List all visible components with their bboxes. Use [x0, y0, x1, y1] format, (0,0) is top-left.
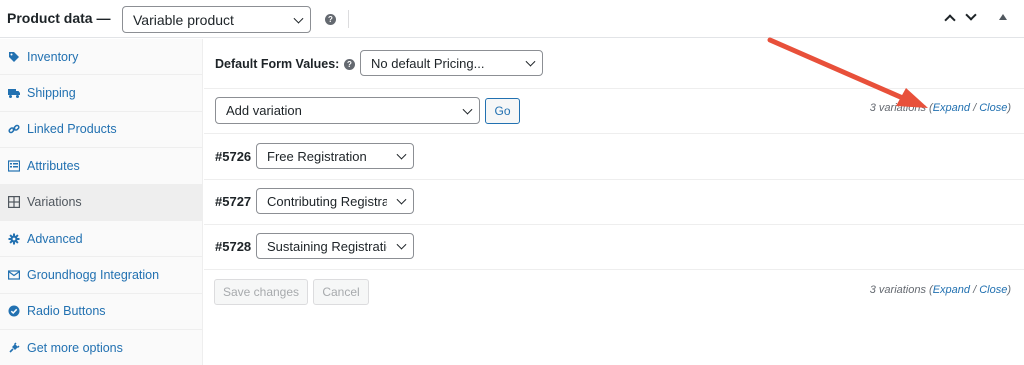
- variations-count-top: 3 variations (Expand / Close): [869, 102, 1011, 114]
- sidebar-item-shipping[interactable]: Shipping: [0, 75, 203, 112]
- sidebar-item-advanced[interactable]: Advanced: [0, 221, 203, 258]
- plugin-icon: [8, 342, 20, 354]
- sidebar-item-label: Variations: [27, 195, 82, 210]
- sidebar-item-label: Get more options: [27, 340, 123, 355]
- save-changes-button[interactable]: Save changes: [214, 279, 308, 305]
- default-pricing-value: No default Pricing...: [371, 55, 485, 71]
- variations-count-bottom: 3 variations (Expand / Close): [869, 284, 1011, 296]
- variation-id: #5727: [215, 194, 252, 209]
- chevron-down-icon: [293, 13, 304, 24]
- default-pricing-select[interactable]: No default Pricing...: [360, 50, 543, 76]
- expand-link[interactable]: Expand: [933, 102, 970, 114]
- product-data-title: Product data —: [7, 10, 111, 26]
- sidebar-item-label: Radio Buttons: [27, 304, 106, 319]
- variation-value: Contributing Registration: [267, 193, 387, 209]
- tag-icon: [8, 51, 20, 63]
- chevron-down-icon: [462, 104, 473, 115]
- gear-icon: [8, 233, 20, 245]
- product-data-header: Product data — Variable product ?: [0, 0, 1024, 38]
- go-button[interactable]: Go: [485, 98, 520, 124]
- variation-value: Sustaining Registration: [267, 238, 387, 254]
- sidebar-item-label: Attributes: [27, 158, 80, 173]
- sidebar-item-label: Inventory: [27, 49, 79, 64]
- collapse-toggle-icon[interactable]: [999, 14, 1007, 20]
- sidebar-item-label: Groundhogg Integration: [27, 268, 160, 283]
- close-link[interactable]: Close: [979, 284, 1007, 296]
- variation-id: #5728: [215, 239, 252, 254]
- variation-id: #5726: [215, 149, 252, 164]
- product-data-tabs: Inventory Shipping Linked Products Attri…: [0, 39, 203, 365]
- chevron-down-icon: [396, 149, 407, 160]
- variation-select[interactable]: Sustaining Registration: [256, 233, 414, 259]
- close-link[interactable]: Close: [979, 102, 1007, 114]
- chevron-down-icon: [396, 194, 407, 205]
- chevron-down-icon: [525, 56, 536, 67]
- variation-value: Free Registration: [267, 148, 367, 164]
- sidebar-item-label: Linked Products: [27, 122, 117, 137]
- sidebar-item-get-more-options[interactable]: Get more options: [0, 330, 203, 365]
- truck-icon: [8, 87, 20, 99]
- help-icon[interactable]: ?: [325, 14, 336, 25]
- variation-action-select[interactable]: Add variation: [215, 97, 480, 124]
- row-divider: [204, 179, 1024, 180]
- grid-icon: [8, 196, 20, 209]
- sidebar-item-attributes[interactable]: Attributes: [0, 148, 203, 185]
- expand-link[interactable]: Expand: [933, 284, 970, 296]
- variation-select[interactable]: Free Registration: [256, 143, 414, 169]
- move-down-icon[interactable]: [965, 9, 977, 21]
- variation-select[interactable]: Contributing Registration: [256, 188, 414, 214]
- product-type-value: Variable product: [133, 11, 234, 28]
- variation-action-value: Add variation: [226, 103, 302, 118]
- header-divider: [348, 10, 349, 28]
- move-up-icon[interactable]: [944, 14, 956, 26]
- help-icon[interactable]: ?: [344, 59, 355, 70]
- sidebar-item-linked-products[interactable]: Linked Products: [0, 112, 203, 149]
- sidebar-item-radio-buttons[interactable]: Radio Buttons: [0, 294, 203, 331]
- sidebar-item-inventory[interactable]: Inventory: [0, 39, 203, 76]
- row-divider: [204, 133, 1024, 134]
- row-divider: [204, 88, 1024, 89]
- sidebar-item-label: Shipping: [27, 86, 76, 101]
- default-form-values-label: Default Form Values:: [215, 57, 340, 71]
- list-icon: [8, 160, 20, 172]
- chevron-down-icon: [396, 239, 407, 250]
- sidebar-item-variations[interactable]: Variations: [0, 184, 203, 221]
- check-circle-icon: [8, 305, 20, 317]
- sidebar-item-groundhogg[interactable]: Groundhogg Integration: [0, 257, 203, 294]
- email-icon: [8, 269, 20, 281]
- row-divider: [204, 224, 1024, 225]
- product-type-select[interactable]: Variable product: [122, 6, 311, 33]
- row-divider: [204, 269, 1024, 270]
- cancel-button[interactable]: Cancel: [313, 279, 369, 305]
- sidebar-item-label: Advanced: [27, 231, 83, 246]
- link-icon: [8, 123, 20, 135]
